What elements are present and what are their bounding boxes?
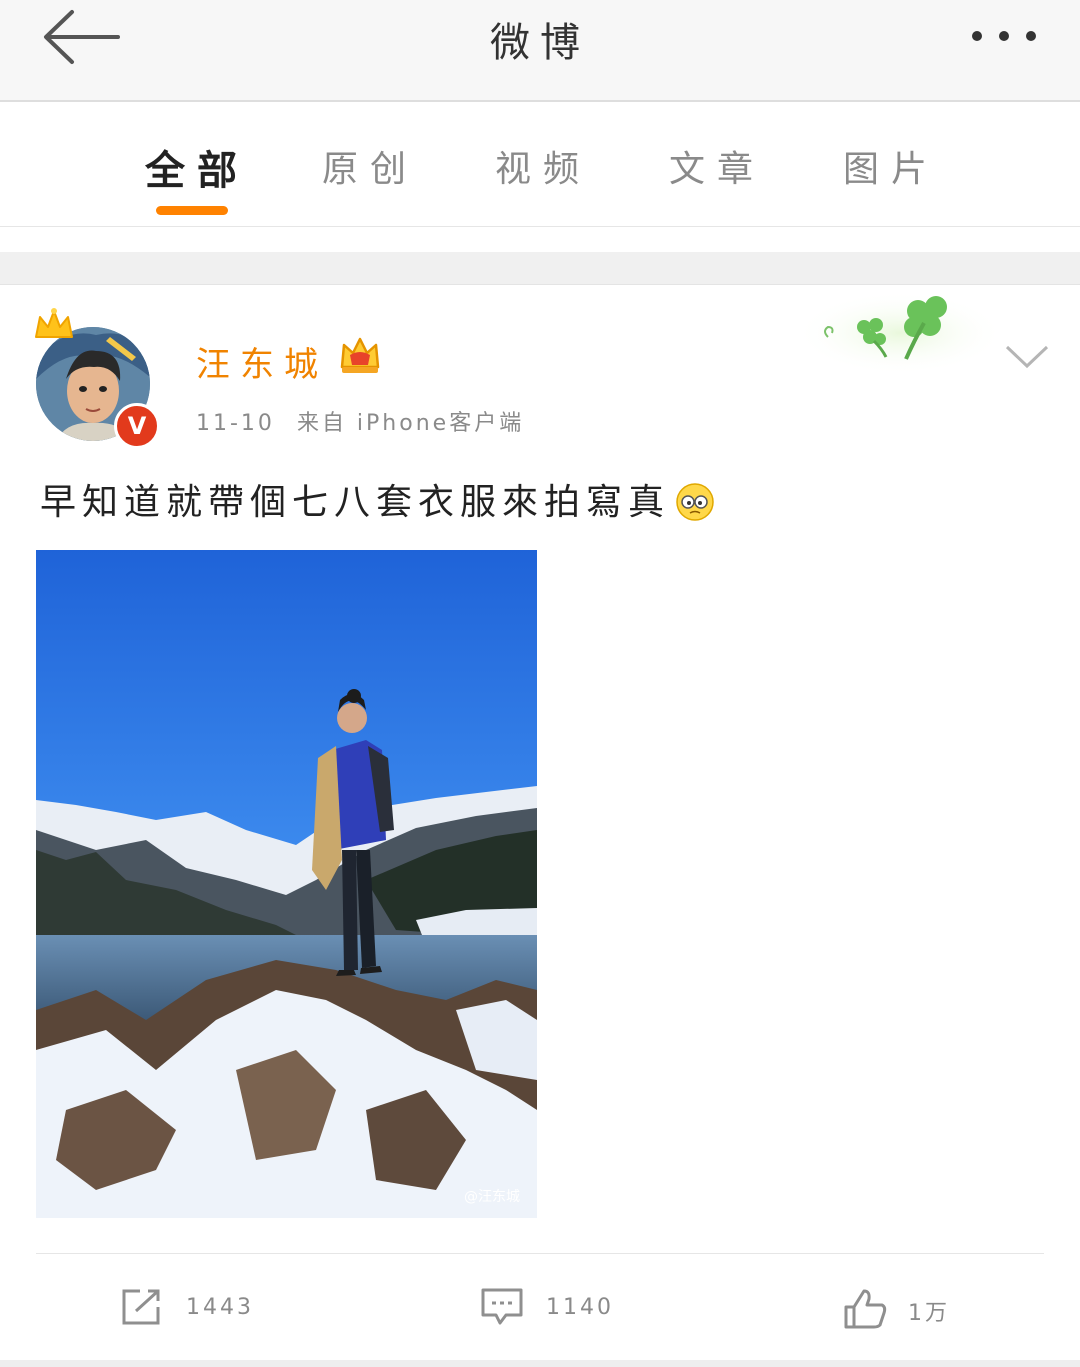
crown-icon: [35, 308, 73, 338]
like-button[interactable]: 1万: [842, 1281, 982, 1333]
verified-badge: V: [114, 403, 160, 449]
filter-tabs: 全部 原创 视频 文章 图片: [0, 102, 1080, 227]
post-meta: 11-10 来自 iPhone客户端: [196, 405, 524, 437]
author-avatar[interactable]: V: [32, 307, 162, 449]
comment-icon: [481, 1288, 523, 1325]
title-bar: 微博: [0, 0, 1080, 102]
tab-pictures[interactable]: 图片: [806, 140, 976, 192]
post-image: [36, 550, 537, 1218]
post-text-content: 早知道就帶個七八套衣服來拍寫真: [40, 482, 671, 523]
share-icon: [122, 1289, 160, 1325]
more-button[interactable]: [968, 20, 1040, 52]
thumbs-up-icon: [844, 1289, 887, 1329]
post-source: 来自 iPhone客户端: [296, 411, 525, 436]
photo-watermark: @汪东城: [464, 1189, 520, 1205]
clover-decoration-icon: [795, 291, 1000, 375]
active-tab-indicator: [156, 206, 228, 215]
tab-video[interactable]: 视频: [458, 140, 628, 192]
post-text: 早知道就帶個七八套衣服來拍寫真: [40, 473, 716, 525]
tab-article[interactable]: 文章: [632, 140, 802, 192]
repost-count: 1443: [186, 1295, 254, 1320]
tab-original[interactable]: 原创: [285, 140, 455, 192]
action-divider: [36, 1253, 1044, 1254]
like-count: 1万: [908, 1301, 950, 1326]
chevron-down-icon[interactable]: [1004, 343, 1050, 371]
vip-crown-icon[interactable]: [338, 333, 382, 375]
post-photo[interactable]: @汪东城: [36, 550, 537, 1218]
comment-button[interactable]: 1140: [480, 1281, 640, 1333]
post-date: 11-10: [196, 411, 275, 436]
author-name[interactable]: 汪东城: [196, 337, 328, 386]
sweat-face-emoji-icon: [676, 483, 714, 521]
comment-count: 1140: [546, 1295, 614, 1320]
repost-button[interactable]: 1443: [120, 1281, 280, 1333]
section-divider: [0, 252, 1080, 285]
post-card: V 汪东城 11-10 来自 iPhone客户端 早知道就帶個七八套衣服來拍寫真: [0, 285, 1080, 1367]
more-dots-icon: [972, 31, 982, 41]
tab-all[interactable]: 全部: [112, 138, 282, 196]
page-title: 微博: [490, 20, 590, 66]
